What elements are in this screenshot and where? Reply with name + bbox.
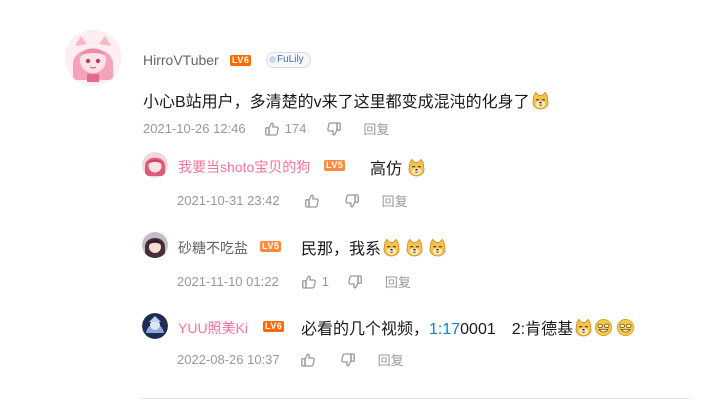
- thumb-down-icon: [340, 352, 356, 368]
- grin-emoji: [594, 318, 613, 337]
- like-button[interactable]: [304, 193, 320, 209]
- username[interactable]: HirroVTuber: [143, 52, 219, 68]
- doge-emoji: [531, 91, 550, 110]
- comment-text-content: 高仿: [370, 161, 403, 178]
- like-button[interactable]: 174: [264, 121, 307, 137]
- comment-text: 必看的几个视频，1:170001 2:肯德基: [301, 315, 635, 339]
- comment-text-content: 小心B站用户，多清楚的v来了这里都变成混沌的化身了: [143, 94, 530, 111]
- grin-emoji: [616, 318, 635, 337]
- doge-emoji: [405, 238, 424, 257]
- like-count: 1: [321, 274, 329, 289]
- divider: [140, 398, 690, 399]
- comment-meta: 2022-08-26 10:37 回复: [177, 350, 404, 369]
- anime-girl-avatar-icon: [65, 30, 121, 86]
- comment-text-tail: 0001 2:肯德基: [460, 321, 574, 338]
- level-badge: LV6: [230, 55, 252, 66]
- reply-button[interactable]: 回复: [378, 350, 404, 369]
- thumb-up-icon: [301, 274, 317, 290]
- comment-meta: 2021-10-31 23:42 回复: [177, 191, 408, 210]
- level-badge: LV6: [263, 321, 285, 332]
- comment-text: 小心B站用户，多清楚的v来了这里都变成混沌的化身了: [143, 88, 550, 112]
- comment-date: 2021-10-31 23:42: [177, 193, 280, 208]
- thumb-down-icon: [326, 121, 342, 137]
- comment-date: 2021-10-26 12:46: [143, 121, 246, 136]
- comment-text-content: 民那，我系: [301, 241, 382, 258]
- timestamp-link[interactable]: 1:17: [429, 321, 460, 338]
- dislike-button[interactable]: [340, 352, 356, 368]
- thumb-down-icon: [344, 193, 360, 209]
- like-button[interactable]: [300, 352, 316, 368]
- doge-emoji: [382, 238, 401, 257]
- like-button[interactable]: 1: [301, 274, 329, 290]
- doge-emoji: [574, 318, 593, 337]
- like-count: 174: [284, 121, 307, 136]
- dislike-button[interactable]: [347, 274, 363, 290]
- thumb-down-icon: [347, 274, 363, 290]
- username[interactable]: 砂糖不吃盐: [178, 238, 248, 258]
- comment-meta: 2021-10-26 12:46 174 回复: [143, 119, 389, 138]
- comment-date: 2022-08-26 10:37: [177, 352, 280, 367]
- dislike-button[interactable]: [344, 193, 360, 209]
- dislike-button[interactable]: [326, 121, 342, 137]
- thumb-up-icon: [304, 193, 320, 209]
- fan-badge-label: FuLily: [277, 54, 304, 65]
- comment-text-content: 必看的几个视频，: [301, 321, 430, 338]
- username[interactable]: 我要当shoto宝贝的狗: [178, 157, 310, 177]
- avatar[interactable]: [65, 30, 121, 86]
- doge-emoji: [407, 158, 426, 177]
- username[interactable]: YUU照美Ki: [178, 318, 248, 338]
- reply-button[interactable]: 回复: [363, 119, 389, 138]
- avatar[interactable]: [142, 313, 168, 339]
- level-badge: LV5: [260, 241, 282, 252]
- avatar[interactable]: [142, 232, 168, 258]
- thumb-up-icon: [264, 121, 280, 137]
- comment-meta: 2021-11-10 01:22 1 回复: [177, 272, 411, 291]
- comment-text: 民那，我系: [301, 235, 447, 259]
- doge-emoji: [428, 238, 447, 257]
- comment-date: 2021-11-10 01:22: [177, 274, 279, 289]
- pink-hair-avatar-icon: [142, 152, 168, 178]
- fan-badge[interactable]: FuLily: [266, 52, 311, 68]
- reply-button[interactable]: 回复: [385, 272, 411, 291]
- level-badge: LV5: [324, 160, 346, 171]
- blue-character-avatar-icon: [142, 313, 168, 339]
- reply-button[interactable]: 回复: [382, 191, 408, 210]
- comment-text: 高仿: [370, 155, 426, 179]
- fan-badge-icon: [269, 56, 276, 63]
- avatar[interactable]: [142, 152, 168, 178]
- thumb-up-icon: [300, 352, 316, 368]
- dark-hair-avatar-icon: [142, 232, 168, 258]
